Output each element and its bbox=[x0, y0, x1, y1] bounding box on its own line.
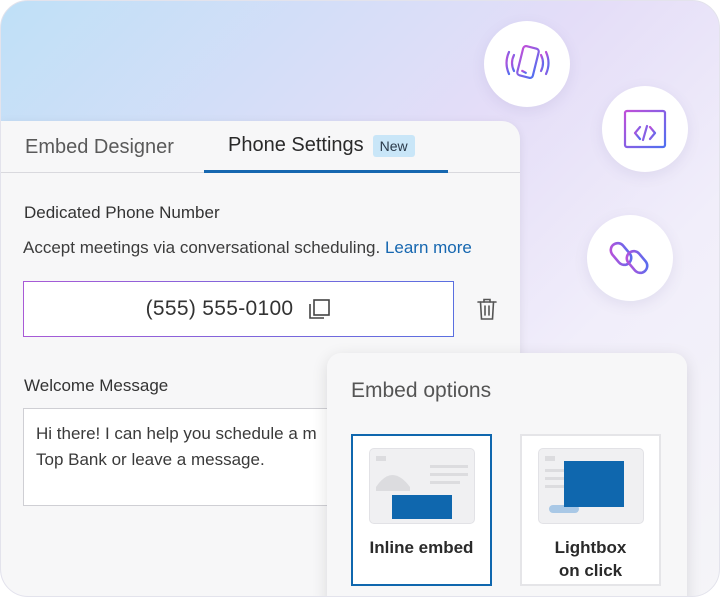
embed-options-title: Embed options bbox=[351, 379, 492, 402]
code-feature-bubble bbox=[602, 86, 688, 172]
embed-options-card: Embed options Inline embed Lightbox on c… bbox=[327, 353, 687, 596]
lightbox-option[interactable]: Lightbox on click bbox=[520, 434, 661, 586]
tab-bar: Embed Designer Phone Settings New bbox=[1, 121, 520, 173]
phone-vibrate-icon bbox=[505, 45, 550, 79]
inline-embed-option[interactable]: Inline embed bbox=[351, 434, 492, 586]
link-feature-bubble bbox=[587, 215, 673, 301]
phone-number-field[interactable]: (555) 555-0100 bbox=[23, 281, 454, 337]
new-badge: New bbox=[372, 134, 415, 157]
inline-embed-thumbnail bbox=[368, 448, 475, 524]
option-label: Lightbox on click bbox=[555, 536, 627, 582]
trash-icon[interactable] bbox=[476, 297, 498, 321]
option-label: Inline embed bbox=[370, 536, 474, 559]
option-label-text: on click bbox=[558, 561, 623, 580]
phone-section-title: Dedicated Phone Number bbox=[24, 203, 220, 222]
tab-label: Phone Settings bbox=[228, 134, 364, 156]
copy-icon[interactable] bbox=[307, 297, 331, 321]
lightbox-thumbnail bbox=[537, 448, 644, 524]
learn-more-link[interactable]: Learn more bbox=[385, 238, 472, 257]
tab-phone-settings[interactable]: Phone Settings New bbox=[204, 121, 448, 173]
option-label-text: Lightbox bbox=[554, 538, 627, 557]
phone-number: (555) 555-0100 bbox=[145, 297, 294, 320]
option-label-text: Inline embed bbox=[369, 538, 474, 557]
tab-label: Embed Designer bbox=[25, 135, 174, 158]
tab-embed-designer[interactable]: Embed Designer bbox=[25, 121, 174, 173]
link-icon bbox=[609, 241, 649, 275]
description-text: Accept meetings via conversational sched… bbox=[23, 238, 381, 257]
phone-feature-bubble bbox=[484, 21, 570, 107]
app-frame: Embed Designer Phone Settings New Dedica… bbox=[0, 0, 720, 597]
welcome-section-title: Welcome Message bbox=[24, 376, 169, 395]
phone-section-description: Accept meetings via conversational sched… bbox=[23, 238, 472, 258]
code-window-icon bbox=[623, 109, 667, 149]
